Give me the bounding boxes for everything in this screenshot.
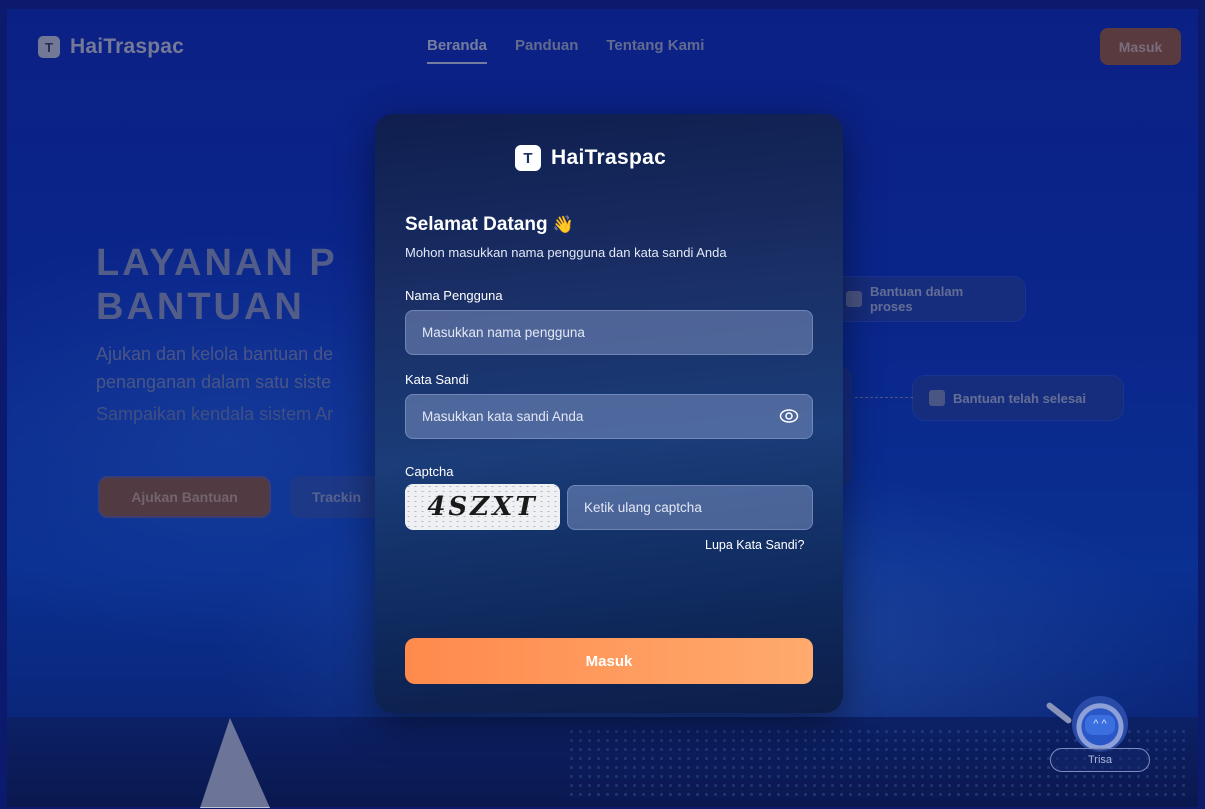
assistant-name: Trisa — [1050, 748, 1150, 772]
logo-text: HaiTraspac — [551, 146, 667, 169]
login-instructions: Mohon masukkan nama pengguna dan kata sa… — [405, 245, 727, 260]
username-label: Nama Pengguna — [405, 288, 503, 303]
captcha-input[interactable] — [567, 485, 813, 530]
robot-face: ^ ^ — [1085, 715, 1115, 735]
captcha-code: 4SZXT — [427, 492, 538, 522]
welcome-heading: Selamat Datang 👋 — [405, 214, 574, 236]
captcha-image: 4SZXT — [405, 484, 560, 530]
assistant-widget[interactable]: ^ ^ Trisa — [1045, 690, 1150, 774]
username-input[interactable] — [405, 310, 813, 355]
robot-arm-icon — [1045, 701, 1073, 725]
login-submit-button[interactable]: Masuk — [405, 638, 813, 684]
waving-hand-icon: 👋 — [552, 215, 574, 234]
password-input[interactable] — [405, 394, 813, 439]
login-modal: T HaiTraspac Selamat Datang 👋 Mohon masu… — [375, 114, 843, 713]
captcha-label: Captcha — [405, 464, 454, 479]
logo-badge-icon: T — [515, 145, 541, 171]
password-label: Kata Sandi — [405, 372, 469, 387]
show-password-icon[interactable] — [779, 406, 799, 426]
forgot-password-link[interactable]: Lupa Kata Sandi? — [705, 538, 804, 552]
modal-logo: T HaiTraspac — [515, 145, 666, 171]
welcome-text: Selamat Datang — [405, 214, 548, 235]
